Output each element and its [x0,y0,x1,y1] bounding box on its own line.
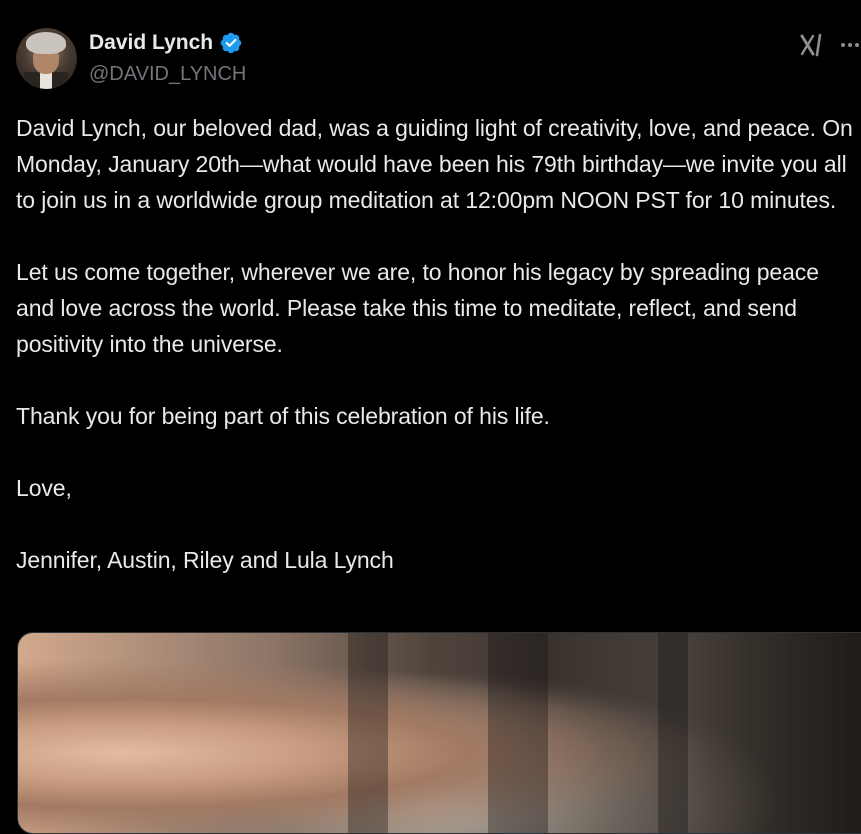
author-handle[interactable]: @DAVID_LYNCH [89,63,246,86]
author-name-row[interactable]: David Lynch [89,31,243,55]
tweet-text: David Lynch, our beloved dad, was a guid… [16,110,861,614]
photo-shadow-streak [488,633,548,833]
more-options-icon[interactable] [839,34,861,56]
avatar[interactable] [16,28,77,89]
photo-shadow-streak [348,633,388,833]
tweet-paragraph: David Lynch, our beloved dad, was a guid… [16,115,853,213]
avatar-shirt [40,72,52,89]
tweet-paragraph: Thank you for being part of this celebra… [16,403,550,429]
photo-shadow-streak [658,633,688,833]
tweet-paragraph: Let us come together, wherever we are, t… [16,259,819,357]
verified-badge-icon [220,32,242,54]
grok-icon[interactable] [799,32,825,58]
tweet-media-photo[interactable] [17,632,861,834]
tweet-paragraph: Love, [16,475,72,501]
tweet-paragraph: Jennifer, Austin, Riley and Lula Lynch [16,547,394,573]
tweet-header: David Lynch @DAVID_LYNCH [16,28,861,92]
avatar-hair [26,32,66,54]
author-display-name[interactable]: David Lynch [89,31,213,55]
